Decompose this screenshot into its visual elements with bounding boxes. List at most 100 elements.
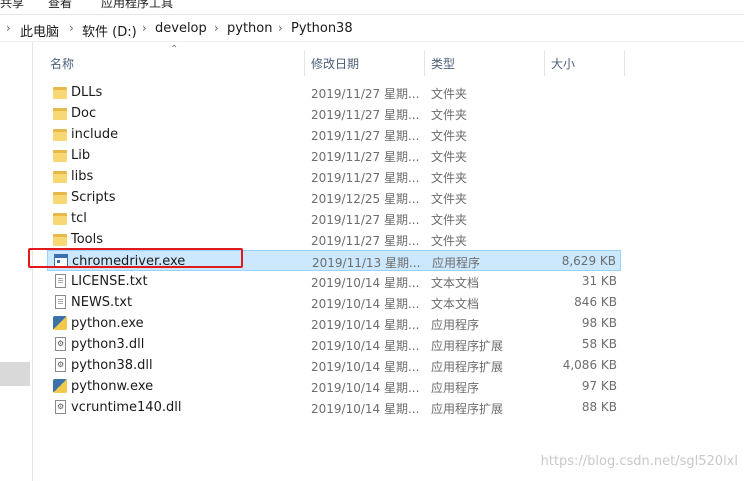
- chevron-right-icon[interactable]: ›: [6, 21, 11, 35]
- folder-icon: [53, 150, 67, 162]
- file-row[interactable]: python.exe 2019/10/14 星期... 应用程序 98 KB: [47, 313, 621, 334]
- file-name: vcruntime140.dll: [71, 400, 182, 415]
- file-size: 97 KB: [581, 379, 617, 393]
- file-name: NEWS.txt: [71, 295, 133, 310]
- file-row[interactable]: NEWS.txt 2019/10/14 星期... 文本文档 846 KB: [47, 292, 621, 313]
- file-name: Doc: [71, 106, 97, 121]
- chevron-right-icon[interactable]: ›: [278, 21, 283, 35]
- file-type: 应用程序: [432, 256, 481, 270]
- file-type: 文本文档: [431, 297, 480, 311]
- file-date: 2019/12/25 星期...: [311, 192, 420, 206]
- file-type: 文件夹: [431, 213, 468, 227]
- file-row[interactable]: Tools 2019/11/27 星期... 文件夹: [47, 229, 621, 250]
- file-date: 2019/11/27 星期...: [311, 213, 420, 227]
- file-name: LICENSE.txt: [71, 274, 148, 289]
- file-size: 58 KB: [581, 337, 617, 351]
- file-row[interactable]: LICENSE.txt 2019/10/14 星期... 文本文档 31 KB: [47, 271, 621, 292]
- chevron-right-icon[interactable]: ›: [214, 21, 219, 35]
- breadcrumb[interactable]: › 此电脑 › 软件 (D:) › develop › python › Pyt…: [0, 17, 744, 41]
- file-name: pythonw.exe: [71, 379, 154, 394]
- folder-icon: [53, 171, 67, 183]
- file-row[interactable]: DLLs 2019/11/27 星期... 文件夹: [47, 82, 621, 103]
- file-date: 2019/11/27 星期...: [311, 150, 420, 164]
- file-size: 31 KB: [581, 274, 617, 288]
- column-divider[interactable]: [624, 50, 625, 76]
- column-header-date[interactable]: 修改日期: [305, 50, 424, 76]
- column-header-type[interactable]: 类型: [425, 50, 544, 76]
- file-row[interactable]: python3.dll 2019/10/14 星期... 应用程序扩展 58 KB: [47, 334, 621, 355]
- breadcrumb-develop[interactable]: develop: [155, 21, 207, 36]
- file-type: 文件夹: [431, 87, 468, 101]
- python-icon: [53, 316, 67, 330]
- file-name: libs: [71, 169, 94, 184]
- annotation-highlight-box: [28, 248, 243, 268]
- file-name: Tools: [71, 232, 104, 247]
- file-date: 2019/11/27 星期...: [311, 108, 420, 122]
- file-row[interactable]: Doc 2019/11/27 星期... 文件夹: [47, 103, 621, 124]
- chevron-right-icon[interactable]: ›: [142, 21, 147, 35]
- file-row[interactable]: vcruntime140.dll 2019/10/14 星期... 应用程序扩展 88…: [47, 397, 621, 418]
- file-name: tcl: [71, 211, 87, 226]
- file-type: 应用程序扩展: [431, 402, 504, 416]
- chevron-right-icon[interactable]: ›: [69, 21, 74, 35]
- file-size: 98 KB: [581, 316, 617, 330]
- python-icon: [53, 379, 67, 393]
- file-name: python.exe: [71, 316, 144, 331]
- file-date: 2019/11/27 星期...: [311, 171, 420, 185]
- file-date: 2019/11/27 星期...: [311, 129, 420, 143]
- dll-icon: [55, 337, 66, 351]
- file-date: 2019/10/14 星期...: [311, 339, 420, 353]
- folder-icon: [53, 192, 67, 204]
- file-name: Lib: [71, 148, 91, 163]
- text-file-icon: [55, 295, 66, 309]
- ribbon-tab-share[interactable]: 共享: [0, 0, 24, 11]
- breadcrumb-this-pc[interactable]: 此电脑: [20, 21, 59, 40]
- file-row[interactable]: pythonw.exe 2019/10/14 星期... 应用程序 97 KB: [47, 376, 621, 397]
- file-size: 4,086 KB: [562, 358, 617, 372]
- file-row[interactable]: Scripts 2019/12/25 星期... 文件夹: [47, 187, 621, 208]
- folder-icon: [53, 108, 67, 120]
- file-row[interactable]: Lib 2019/11/27 星期... 文件夹: [47, 145, 621, 166]
- file-type: 文件夹: [431, 150, 468, 164]
- folder-icon: [53, 87, 67, 99]
- file-type: 应用程序: [431, 381, 480, 395]
- file-name: python3.dll: [71, 337, 145, 352]
- file-row[interactable]: tcl 2019/11/27 星期... 文件夹: [47, 208, 621, 229]
- folder-icon: [53, 129, 67, 141]
- dll-icon: [55, 358, 66, 372]
- file-size: 846 KB: [574, 295, 617, 309]
- nav-selected-item[interactable]: [0, 362, 30, 386]
- file-type: 文件夹: [431, 108, 468, 122]
- file-row[interactable]: include 2019/11/27 星期... 文件夹: [47, 124, 621, 145]
- ribbon-divider: [0, 14, 744, 15]
- file-date: 2019/11/13 星期...: [312, 256, 421, 270]
- file-date: 2019/10/14 星期...: [311, 297, 420, 311]
- file-name: Scripts: [71, 190, 116, 205]
- file-row[interactable]: python38.dll 2019/10/14 星期... 应用程序扩展 4,086 …: [47, 355, 621, 376]
- file-row[interactable]: libs 2019/11/27 星期... 文件夹: [47, 166, 621, 187]
- file-type: 文件夹: [431, 192, 468, 206]
- file-name: include: [71, 127, 119, 142]
- ribbon-tab-view[interactable]: 查看: [48, 0, 72, 11]
- folder-icon: [53, 234, 67, 246]
- column-header-name[interactable]: 名称: [47, 50, 304, 76]
- text-file-icon: [55, 274, 66, 288]
- file-type: 应用程序扩展: [431, 339, 504, 353]
- file-type: 应用程序: [431, 318, 480, 332]
- file-type: 文本文档: [431, 276, 480, 290]
- breadcrumb-python[interactable]: python: [227, 21, 272, 36]
- file-type: 文件夹: [431, 129, 468, 143]
- breadcrumb-python38[interactable]: Python38: [291, 21, 353, 36]
- ribbon-tab-app-tools[interactable]: 应用程序工具: [101, 0, 173, 11]
- file-type: 文件夹: [431, 171, 468, 185]
- breadcrumb-drive-d[interactable]: 软件 (D:): [82, 21, 137, 40]
- file-date: 2019/10/14 星期...: [311, 402, 420, 416]
- file-name: python38.dll: [71, 358, 153, 373]
- file-size: 88 KB: [581, 400, 617, 414]
- column-header-size[interactable]: 大小: [545, 50, 624, 76]
- file-date: 2019/11/27 星期...: [311, 234, 420, 248]
- watermark: https://blog.csdn.net/sgl520lxl: [540, 454, 738, 469]
- address-divider: [0, 41, 744, 42]
- file-size: 8,629 KB: [561, 254, 616, 268]
- file-date: 2019/10/14 星期...: [311, 381, 420, 395]
